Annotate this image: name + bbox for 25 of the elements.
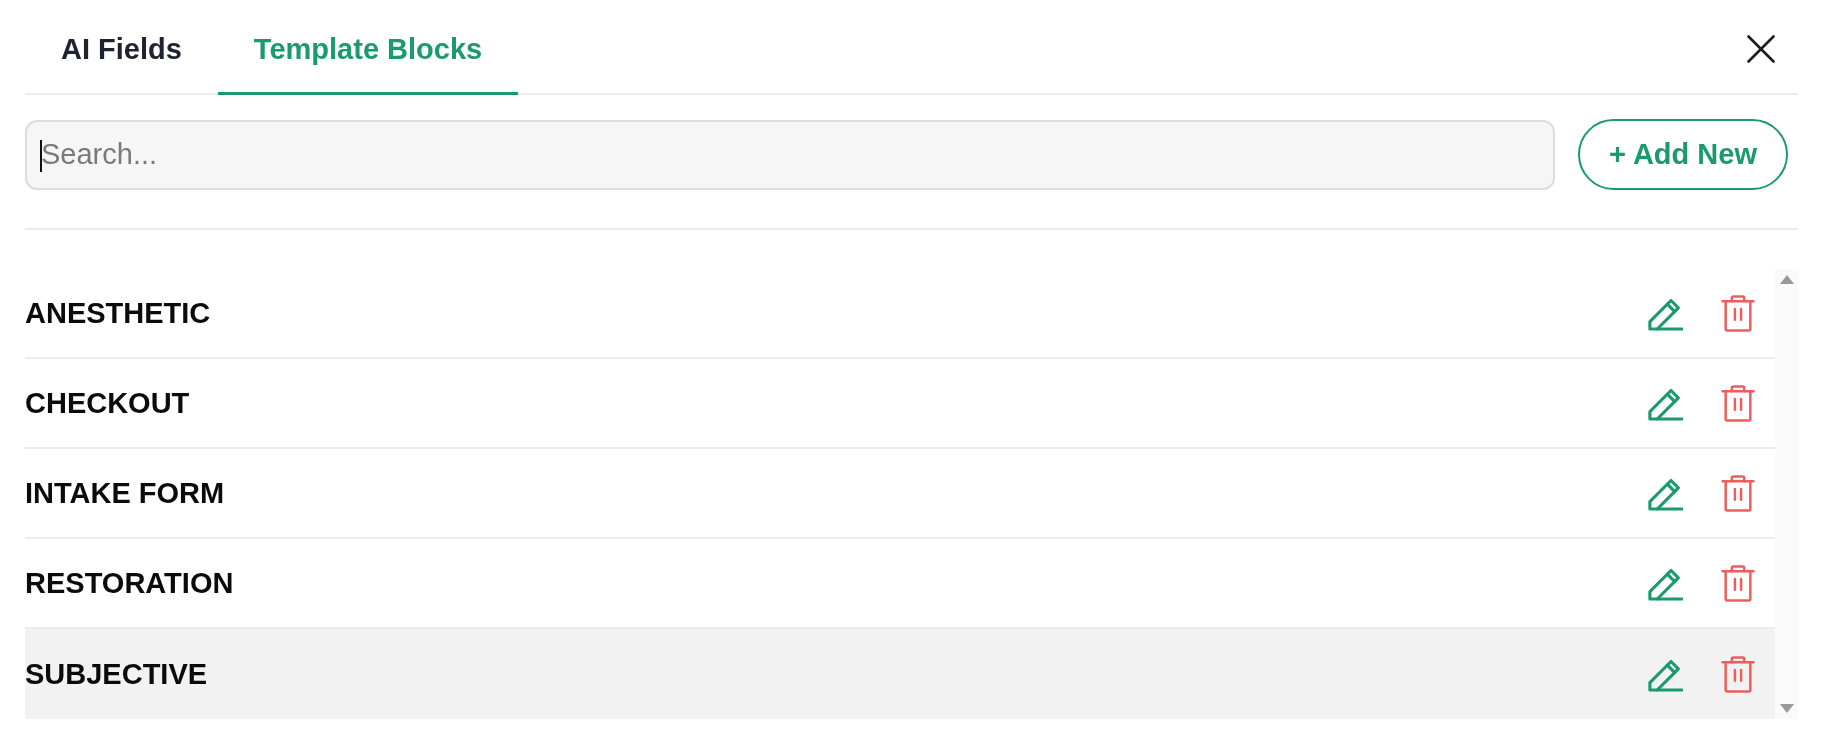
add-new-button[interactable]: + Add New xyxy=(1578,119,1788,190)
block-name: SUBJECTIVE xyxy=(25,657,209,691)
trash-icon xyxy=(1721,564,1755,602)
search-field[interactable]: Search... xyxy=(25,119,1555,190)
block-name: ANESTHETIC xyxy=(25,296,212,330)
block-name: INTAKE FORM xyxy=(25,476,226,510)
tab[interactable]: AI Fields xyxy=(25,0,218,95)
block-name: CHECKOUT xyxy=(25,386,191,420)
delete-button[interactable] xyxy=(1721,294,1755,332)
trash-icon xyxy=(1721,384,1755,422)
delete-button[interactable] xyxy=(1721,655,1755,693)
block-name: RESTORATION xyxy=(25,566,235,600)
delete-button[interactable] xyxy=(1721,564,1755,602)
delete-button[interactable] xyxy=(1721,384,1755,422)
close-icon xyxy=(1747,35,1775,63)
down-arrow-icon[interactable] xyxy=(1779,704,1794,713)
tab[interactable]: Template Blocks xyxy=(217,0,519,95)
delete-button[interactable] xyxy=(1721,474,1755,512)
trash-icon xyxy=(1721,474,1755,512)
trash-icon xyxy=(1721,655,1755,693)
scrollbar[interactable] xyxy=(1775,269,1798,719)
up-arrow-icon[interactable] xyxy=(1779,275,1794,284)
close-button[interactable] xyxy=(1747,35,1775,63)
trash-icon xyxy=(1721,294,1755,332)
template-block-row[interactable]: SUBJECTIVE xyxy=(25,629,1775,719)
